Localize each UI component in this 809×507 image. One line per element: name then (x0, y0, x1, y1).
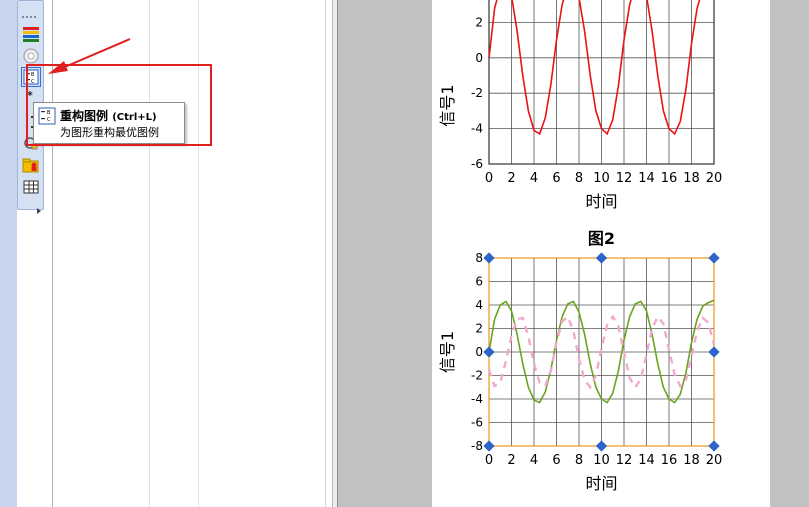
y-tick-label: 2 (475, 322, 483, 336)
y-tick-label: 8 (475, 251, 483, 265)
x-tick-label: 4 (530, 171, 538, 186)
annotation-arrow-icon (48, 38, 131, 74)
y-tick-label: 0 (475, 345, 483, 359)
selection-handle[interactable] (483, 252, 495, 264)
x-tick-label: 4 (530, 453, 538, 468)
x-tick-label: 12 (616, 453, 633, 468)
y-tick-label: -8 (471, 439, 483, 453)
selection-handle[interactable] (483, 346, 495, 358)
y-axis-label: 信号1 (438, 84, 457, 126)
selection-handle[interactable] (595, 252, 608, 264)
y-tick-label: 4 (475, 298, 483, 312)
x-axis-label: 时间 (585, 474, 617, 493)
y-axis-label: 信号1 (438, 331, 457, 373)
y-tick-label: -6 (471, 157, 483, 171)
y-tick-label: 6 (475, 275, 483, 289)
x-axis-label: 时间 (585, 192, 617, 211)
selection-handle[interactable] (483, 440, 495, 452)
y-tick-label: -6 (471, 416, 483, 430)
x-tick-label: 20 (706, 171, 723, 186)
x-tick-label: 12 (616, 171, 633, 186)
selection-handle[interactable] (708, 252, 720, 264)
x-tick-label: 14 (638, 171, 655, 186)
selection-handle[interactable] (708, 346, 720, 358)
x-tick-label: 6 (552, 171, 560, 186)
x-tick-label: 18 (683, 171, 700, 186)
x-tick-label: 10 (593, 453, 610, 468)
x-tick-label: 16 (661, 453, 678, 468)
chart-title: 图2 (588, 229, 615, 248)
y-tick-label: -2 (471, 369, 483, 383)
x-tick-label: 8 (575, 171, 583, 186)
y-tick-label: -4 (471, 392, 483, 406)
selection-handle[interactable] (595, 440, 608, 452)
x-tick-label: 20 (706, 453, 723, 468)
x-tick-label: 6 (552, 453, 560, 468)
selection-handle[interactable] (708, 440, 720, 452)
x-tick-label: 8 (575, 453, 583, 468)
x-tick-label: 14 (638, 453, 655, 468)
y-tick-label: 0 (475, 51, 483, 65)
x-tick-label: 0 (485, 453, 493, 468)
x-tick-label: 18 (683, 453, 700, 468)
y-tick-label: -4 (471, 122, 483, 136)
x-tick-label: 2 (507, 171, 515, 186)
x-tick-label: 16 (661, 171, 678, 186)
y-tick-label: -2 (471, 86, 483, 100)
x-tick-label: 0 (485, 171, 493, 186)
y-tick-label: 2 (475, 15, 483, 29)
x-tick-label: 10 (593, 171, 610, 186)
x-tick-label: 2 (507, 453, 515, 468)
